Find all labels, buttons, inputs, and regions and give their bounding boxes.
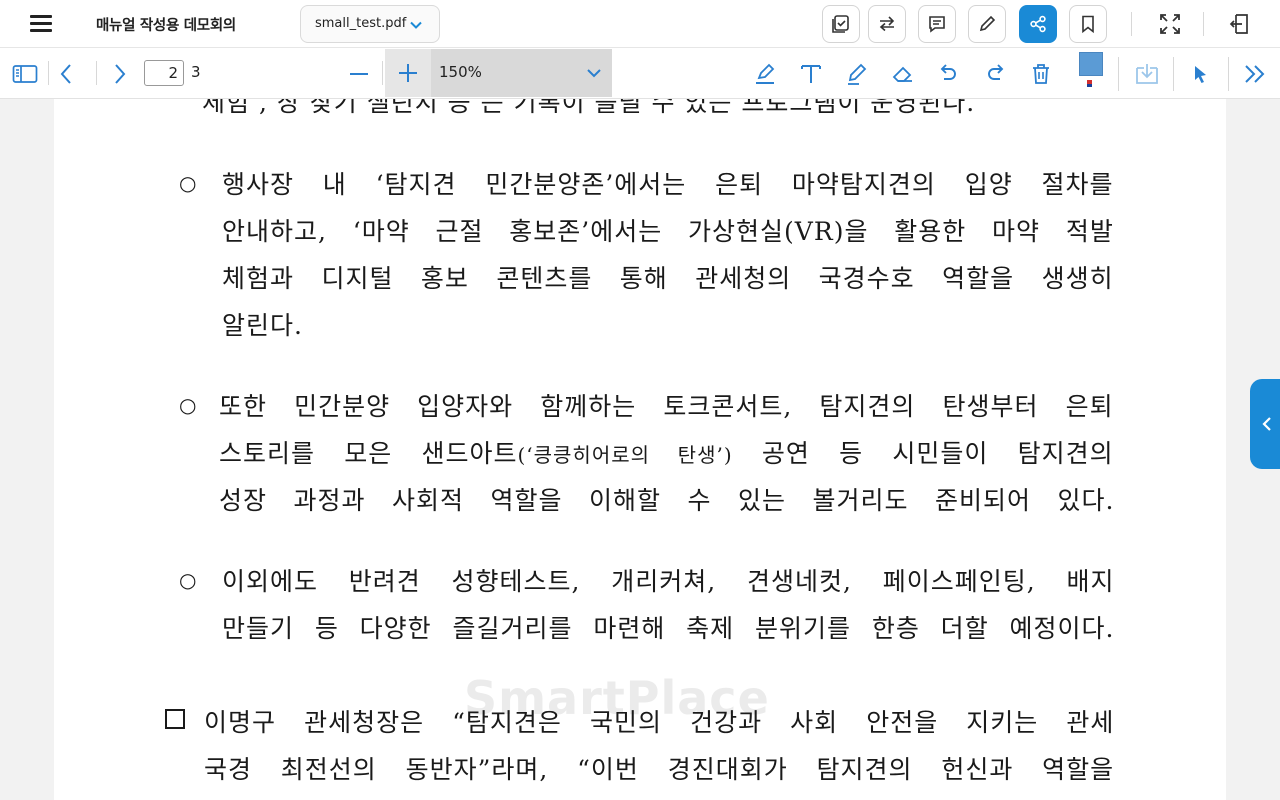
checklist-button[interactable] [822,5,860,43]
side-panel-chevron-icon [1262,417,1271,431]
fullscreen-button[interactable] [1154,8,1186,40]
hamburger-menu-icon[interactable] [30,13,54,33]
text-line: 국경 최전선의 동반자”라며, “이번 경진대회가 탐지견의 헌신과 역할을 [204,755,1115,784]
undo-button[interactable] [932,58,964,90]
text-tool-icon [801,65,821,83]
plus-icon [399,64,417,82]
delete-button[interactable] [1025,58,1057,90]
save-button[interactable] [1131,58,1163,90]
square-bullet-icon [165,709,185,729]
double-chevron-right-icon [1245,65,1265,83]
text-line: 안내하고, ‘마약 근절 홍보존’에서는 가상현실(VR)을 활용한 마약 적발 [222,217,1114,246]
page-total: 3 [191,63,201,81]
top-toolbar: 매뉴얼 작성용 데모회의 small_test.pdf [0,0,1280,48]
sidebar-toggle-icon [12,65,38,83]
bookmark-icon [1082,15,1094,34]
draw-button[interactable] [841,58,873,90]
checklist-icon [832,15,849,33]
pdf-page: SmartPlace 체험 , 장 찾기 챌린지 등 는 기록이 틀릴 수 있는… [54,99,1226,800]
redo-icon [988,64,1004,80]
text-segment: 공연 등 시민들이 탐지견의 [732,439,1114,468]
share-button[interactable] [1019,5,1057,43]
text-segment-small: (‘킁킁히어로의 탄생’) [517,443,733,467]
toolbar-separator [1203,12,1204,36]
file-name: small_test.pdf [315,16,407,31]
text-line: 만들기 등 다양한 즐길거리를 마련해 축제 분위기를 한층 더할 예정이다. [222,614,1115,643]
file-selector[interactable]: small_test.pdf [300,5,440,43]
circle-bullet-icon: ○ [179,568,197,592]
pen-button[interactable] [968,5,1006,43]
minus-icon [350,73,368,75]
chevron-right-icon [115,64,126,84]
text-line: 알린다. [222,311,303,340]
chevron-down-icon [410,21,422,29]
chevron-down-icon [587,69,601,78]
text-line: 행사장 내 ‘탐지견 민간분양존’에서는 은퇴 마약탐지견의 입양 절차를 [222,170,1114,199]
text-tool-button[interactable] [795,58,827,90]
swap-button[interactable] [868,5,906,43]
toolbar-separator [96,61,97,85]
zoom-in-button[interactable] [385,49,431,97]
toolbar-separator [1228,57,1229,91]
comment-button[interactable] [918,5,956,43]
pencil-icon [979,15,996,32]
next-page-button[interactable] [104,58,136,90]
fullscreen-icon [1160,14,1180,34]
color-indicator-blue [1087,84,1092,87]
toolbar-separator [382,61,383,85]
annotation-color-swatch[interactable] [1079,52,1103,76]
text-line: 성장 과정과 사회적 역할을 이해할 수 있는 볼거리도 준비되어 있다. [219,486,1115,515]
expand-toolbar-button[interactable] [1239,58,1271,90]
exit-button[interactable] [1223,8,1255,40]
zoom-select[interactable]: 150% [431,49,612,97]
save-download-icon [1136,64,1158,84]
toolbar-separator [1131,12,1132,36]
prev-page-button[interactable] [50,58,82,90]
circle-bullet-icon: ○ [179,171,197,195]
pointer-cursor-icon [1195,66,1206,83]
exit-icon [1229,14,1248,34]
swap-arrows-icon [879,16,895,32]
chevron-left-icon [60,64,71,84]
highlighter-icon [756,63,775,84]
redo-button[interactable] [980,58,1012,90]
app-title: 매뉴얼 작성용 데모회의 [96,18,236,34]
draw-pen-icon [848,63,867,85]
comment-icon [929,16,945,33]
toolbar-separator [1173,57,1174,91]
text-line-cut: 체험 , 장 찾기 챌린지 등 는 기록이 틀릴 수 있는 프로그램이 운영된다… [202,99,976,117]
zoom-value: 150% [439,63,482,81]
text-segment: 스토리를 모은 샌드아트 [219,439,518,468]
bookmark-button[interactable] [1069,5,1107,43]
circle-bullet-icon: ○ [179,393,197,417]
undo-icon [940,64,956,80]
text-line: 또한 민간분양 입양자와 함께하는 토크콘서트, 탐지견의 탄생부터 은퇴 [219,392,1114,421]
text-line: 체험과 디지털 홍보 콘텐츠를 통해 관세청의 국경수호 역할을 생생히 [222,264,1114,293]
document-viewer[interactable]: SmartPlace 체험 , 장 찾기 챌린지 등 는 기록이 틀릴 수 있는… [0,99,1280,800]
eraser-button[interactable] [887,58,919,90]
page-number-input[interactable] [144,60,184,86]
text-line: 이외에도 반려견 성향테스트, 개리커쳐, 견생네컷, 페이스페인팅, 배지 [222,567,1115,596]
toolbar-separator [48,61,49,85]
side-panel-toggle[interactable] [1250,379,1280,469]
trash-icon [1033,64,1049,84]
share-icon [1030,15,1046,33]
eraser-icon [892,66,912,82]
zoom-out-button[interactable] [343,58,375,90]
highlighter-button[interactable] [749,58,781,90]
sidebar-toggle-button[interactable] [9,58,41,90]
pointer-button[interactable] [1184,58,1216,90]
text-line: 이명구 관세청장은 “탐지견은 국민의 건강과 사회 안전을 지키는 관세 [204,708,1115,737]
text-line-mixed: 스토리를 모은 샌드아트(‘킁킁히어로의 탄생’) 공연 등 시민들이 탐지견의 [219,434,1114,470]
toolbar-separator [1118,57,1119,91]
